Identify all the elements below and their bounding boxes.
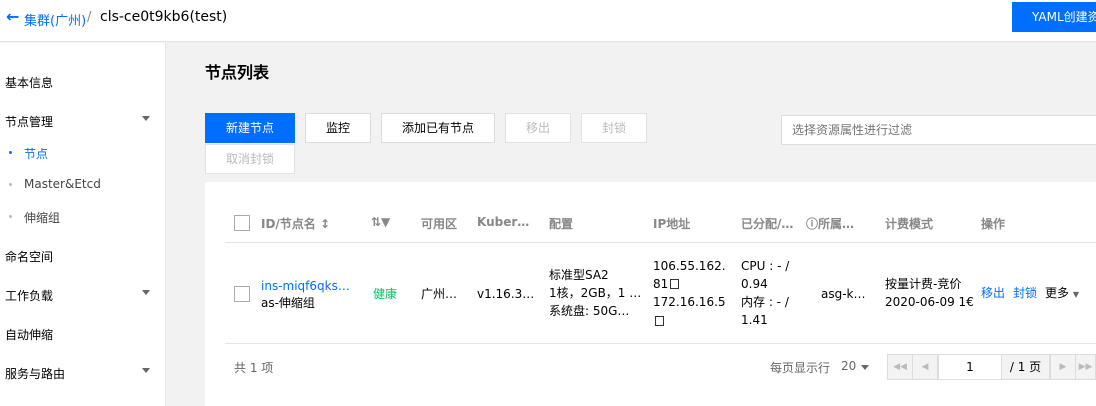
total-pages: / 1 页 <box>1002 354 1050 380</box>
sort-icon[interactable]: ↕ <box>320 217 330 231</box>
sidebar-item-workload[interactable]: 工作负载 <box>5 287 53 304</box>
bullet-icon <box>9 151 12 154</box>
page-title: 节点列表 <box>205 63 270 82</box>
bullet-icon <box>9 183 12 186</box>
billing-mode: 按量计费-竞价 <box>885 277 962 291</box>
yaml-create-button[interactable]: YAML创建资源 <box>1012 2 1096 32</box>
sidebar-item-basic-info[interactable]: 基本信息 <box>5 74 53 91</box>
row-checkbox[interactable] <box>234 286 250 302</box>
column-header-config: 配置 <box>549 217 574 231</box>
monitor-button[interactable]: 监控 <box>305 113 371 143</box>
chevron-down-icon <box>142 368 150 373</box>
breadcrumb-current: cls-ce0t9kb6(test) <box>100 9 228 25</box>
zone-value: 广州… <box>421 287 458 301</box>
column-header-actions: 操作 <box>981 217 1006 231</box>
chevron-down-icon <box>142 116 150 121</box>
sidebar: 基本信息 节点管理 节点 Master&Etcd 伸缩组 命名空间 工作负载 自… <box>0 43 166 406</box>
total-count: 共 1 项 <box>234 361 274 375</box>
breadcrumb-separator: / <box>87 10 92 25</box>
header-divider <box>225 242 1096 243</box>
config-spec: 1核，2GB，1 … <box>549 286 642 300</box>
sidebar-item-nodes[interactable]: 节点 <box>24 145 48 162</box>
column-header-ip: IP地址 <box>653 217 691 231</box>
cpu-alloc-value: 0.94 <box>741 277 768 291</box>
page-number-input[interactable]: 1 <box>938 354 1002 380</box>
sidebar-item-autoscaling[interactable]: 自动伸缩 <box>5 326 53 343</box>
remove-action-link[interactable]: 移出 <box>981 284 1005 302</box>
back-arrow-icon[interactable]: ← <box>6 9 20 25</box>
last-page-button[interactable]: ▶▶ <box>1075 354 1096 380</box>
node-name: as-伸缩组 <box>261 296 315 310</box>
chevron-down-icon <box>142 290 150 295</box>
mem-alloc-value: 1.41 <box>741 313 768 327</box>
new-node-button[interactable]: 新建节点 <box>205 113 295 143</box>
add-existing-node-button[interactable]: 添加已有节点 <box>381 113 495 143</box>
sidebar-item-namespace[interactable]: 命名空间 <box>5 248 53 265</box>
column-header-id[interactable]: ID/节点名 ↕ <box>261 215 330 232</box>
node-id-link[interactable]: ins-miqf6qks… <box>261 277 350 295</box>
column-header-allocated: 已分配/… <box>741 217 794 231</box>
copy-icon[interactable] <box>670 279 680 289</box>
sidebar-item-scaling-group[interactable]: 伸缩组 <box>24 209 60 226</box>
chevron-down-icon[interactable] <box>861 365 869 370</box>
cordon-action-link[interactable]: 封锁 <box>1013 284 1037 302</box>
sidebar-item-node-management[interactable]: 节点管理 <box>5 113 53 130</box>
prev-page-button[interactable]: ◀ <box>912 354 938 380</box>
first-page-button[interactable]: ◀◀ <box>887 354 913 380</box>
select-all-checkbox[interactable] <box>234 215 250 231</box>
bullet-icon <box>9 215 12 218</box>
copy-icon[interactable] <box>655 312 664 330</box>
more-actions-dropdown[interactable]: 更多 ▼ <box>1045 284 1079 304</box>
breadcrumb-cluster[interactable]: 集群(广州) <box>24 10 86 29</box>
status-badge: 健康 <box>373 287 398 301</box>
column-header-billing: 计费模式 <box>885 217 934 231</box>
column-header-group: ⓘ所属… <box>806 217 855 231</box>
public-ip-part1: 106.55.162. <box>653 259 726 273</box>
per-page-select[interactable]: 20 <box>841 359 856 373</box>
version-value: v1.16.3… <box>477 287 535 301</box>
sidebar-item-master-etcd[interactable]: Master&Etcd <box>24 177 101 191</box>
remove-button[interactable]: 移出 <box>505 113 571 143</box>
per-page-label: 每页显示行 <box>770 361 831 375</box>
column-header-zone: 可用区 <box>421 217 458 231</box>
next-page-button[interactable]: ▶ <box>1050 354 1076 380</box>
cpu-alloc-label: CPU : - / <box>741 259 790 273</box>
filter-input[interactable] <box>781 115 1096 145</box>
chevron-down-icon: ▼ <box>1072 290 1079 299</box>
mem-alloc-label: 内存 : - / <box>741 295 789 309</box>
row-divider <box>225 343 1096 344</box>
column-header-kubernetes: Kuber… <box>477 215 530 229</box>
config-type: 标准型SA2 <box>549 268 609 282</box>
billing-date: 2020-06-09 1€ <box>885 295 974 309</box>
status-filter-icon[interactable]: ⇅▼ <box>371 215 390 229</box>
uncordon-button[interactable]: 取消封锁 <box>205 144 295 174</box>
sidebar-item-services-routes[interactable]: 服务与路由 <box>5 365 65 382</box>
config-disk: 系统盘: 50G… <box>549 304 630 318</box>
scaling-group-value: asg-k… <box>821 287 866 301</box>
private-ip: 172.16.16.5 <box>653 295 726 309</box>
info-icon[interactable]: ⓘ <box>806 217 818 231</box>
public-ip-part2: 81 <box>653 275 680 293</box>
cordon-button[interactable]: 封锁 <box>581 113 647 143</box>
top-bar: ← 集群(广州) / cls-ce0t9kb6(test) YAML创建资源 <box>0 0 1096 42</box>
